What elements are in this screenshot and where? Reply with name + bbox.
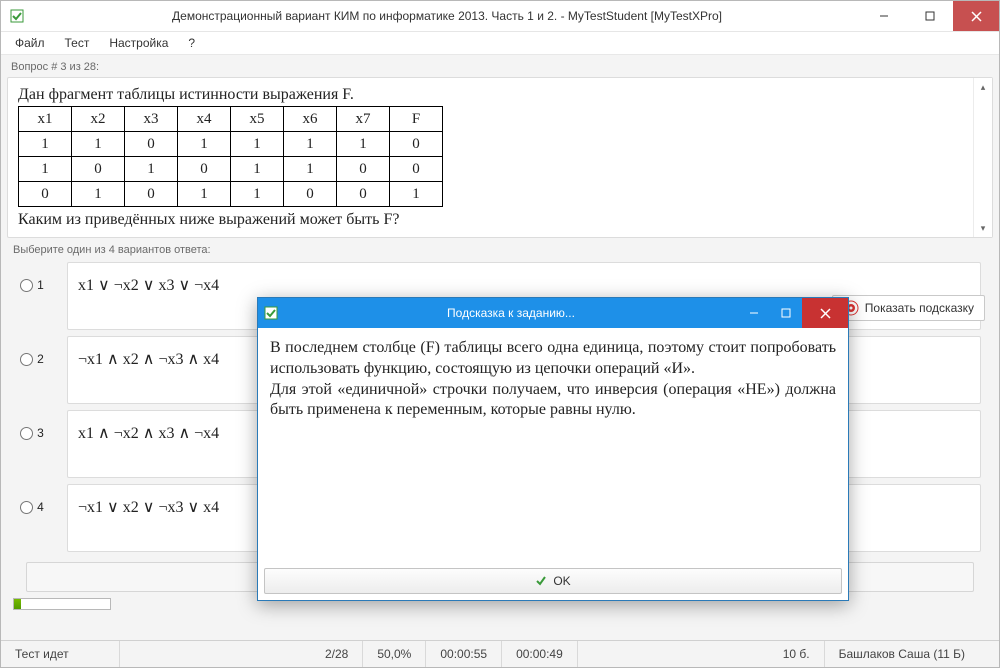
option-number: 1 <box>37 278 44 292</box>
hint-text-2: Для этой «единичной» строчки получаем, ч… <box>270 380 836 422</box>
truth-cell: 1 <box>72 132 125 157</box>
progress-fill <box>14 599 21 609</box>
option-number: 2 <box>37 352 44 366</box>
option-number: 3 <box>37 426 44 440</box>
truth-cell: 1 <box>19 157 72 182</box>
truth-header: x2 <box>72 107 125 132</box>
truth-cell: 1 <box>125 157 178 182</box>
truth-header: x6 <box>284 107 337 132</box>
menubar: Файл Тест Настройка ? <box>1 32 999 55</box>
option-radio[interactable] <box>20 501 33 514</box>
truth-header: x7 <box>337 107 390 132</box>
minimize-button[interactable] <box>861 1 907 31</box>
truth-cell: 0 <box>72 157 125 182</box>
progress-bar <box>13 598 111 610</box>
content-area: Вопрос # 3 из 28: ▴ ▾ Дан фрагмент табли… <box>1 55 999 640</box>
truth-cell: 0 <box>19 182 72 207</box>
truth-header: F <box>390 107 443 132</box>
truth-table: x1x2x3x4x5x6x7F 110111101010110001011001 <box>18 106 443 207</box>
option-radio[interactable] <box>20 353 33 366</box>
question-text-2: Каким из приведённых ниже выражений може… <box>18 211 982 229</box>
option-number: 4 <box>37 500 44 514</box>
status-elapsed: 00:00:55 <box>426 641 502 667</box>
hint-dialog-body: В последнем столбце (F) таблицы всего од… <box>258 328 848 564</box>
menu-help[interactable]: ? <box>180 34 203 52</box>
question-counter: Вопрос # 3 из 28: <box>7 59 993 77</box>
status-student: Башлаков Саша (11 Б) <box>825 641 979 667</box>
question-scrollbar[interactable]: ▴ ▾ <box>973 78 992 237</box>
hint-ok-button[interactable]: OK <box>264 568 842 594</box>
truth-cell: 1 <box>231 157 284 182</box>
window-controls <box>861 1 999 31</box>
app-icon <box>9 8 25 24</box>
truth-cell: 1 <box>284 157 337 182</box>
hint-close-button[interactable] <box>802 298 848 328</box>
question-box: ▴ ▾ Дан фрагмент таблицы истинности выра… <box>7 77 993 238</box>
truth-header: x5 <box>231 107 284 132</box>
question-text-1: Дан фрагмент таблицы истинности выражени… <box>18 86 982 104</box>
option-radio[interactable] <box>20 279 33 292</box>
option-radio[interactable] <box>20 427 33 440</box>
truth-cell: 1 <box>337 132 390 157</box>
truth-cell: 1 <box>72 182 125 207</box>
truth-cell: 0 <box>284 182 337 207</box>
status-percent: 50,0% <box>363 641 426 667</box>
menu-file[interactable]: Файл <box>7 34 53 52</box>
hint-dialog: Подсказка к заданию... В последнем столб… <box>257 297 849 601</box>
scroll-down-icon[interactable]: ▾ <box>974 219 992 237</box>
truth-cell: 0 <box>337 182 390 207</box>
hint-minimize-button[interactable] <box>738 298 770 328</box>
window-title: Демонстрационный вариант КИМ по информат… <box>33 9 861 23</box>
truth-cell: 0 <box>390 132 443 157</box>
hint-dialog-title: Подсказка к заданию... <box>284 306 738 320</box>
answer-instruction: Выберите один из 4 вариантов ответа: <box>9 244 211 256</box>
truth-cell: 1 <box>284 132 337 157</box>
hint-button-label: Показать подсказку <box>865 301 974 315</box>
menu-settings[interactable]: Настройка <box>101 34 176 52</box>
close-button[interactable] <box>953 1 999 31</box>
statusbar: Тест идет 2/28 50,0% 00:00:55 00:00:49 1… <box>1 640 999 667</box>
truth-cell: 0 <box>178 157 231 182</box>
truth-cell: 1 <box>19 132 72 157</box>
status-score: 10 б. <box>769 641 825 667</box>
truth-cell: 1 <box>231 182 284 207</box>
hint-dialog-icon <box>264 306 278 320</box>
ok-check-icon <box>535 575 547 587</box>
maximize-button[interactable] <box>907 1 953 31</box>
truth-cell: 0 <box>337 157 390 182</box>
truth-cell: 1 <box>390 182 443 207</box>
menu-test[interactable]: Тест <box>57 34 98 52</box>
hint-dialog-footer: OK <box>258 564 848 600</box>
truth-cell: 1 <box>231 132 284 157</box>
hint-dialog-titlebar[interactable]: Подсказка к заданию... <box>258 298 848 328</box>
hint-dialog-controls <box>738 298 848 328</box>
truth-header: x3 <box>125 107 178 132</box>
status-progress: 2/28 <box>311 641 363 667</box>
ok-button-label: OK <box>553 574 570 588</box>
main-window: Демонстрационный вариант КИМ по информат… <box>0 0 1000 668</box>
answer-header-strip: Выберите один из 4 вариантов ответа: <box>7 238 993 260</box>
truth-cell: 0 <box>390 157 443 182</box>
truth-cell: 0 <box>125 182 178 207</box>
truth-cell: 1 <box>178 132 231 157</box>
truth-cell: 1 <box>178 182 231 207</box>
show-hint-button[interactable]: Показать подсказку <box>832 295 985 321</box>
status-pertask: 00:00:49 <box>502 641 578 667</box>
scroll-up-icon[interactable]: ▴ <box>974 78 992 96</box>
truth-header: x4 <box>178 107 231 132</box>
truth-cell: 0 <box>125 132 178 157</box>
titlebar: Демонстрационный вариант КИМ по информат… <box>1 1 999 32</box>
hint-text-1: В последнем столбце (F) таблицы всего од… <box>270 338 836 380</box>
status-state: Тест идет <box>1 641 120 667</box>
hint-maximize-button[interactable] <box>770 298 802 328</box>
truth-header: x1 <box>19 107 72 132</box>
